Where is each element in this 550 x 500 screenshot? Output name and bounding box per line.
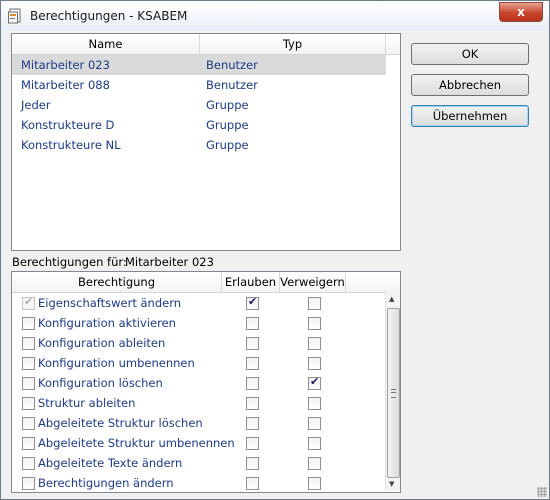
- permissions-list[interactable]: Berechtigung Erlauben Verweigern ✔ Eigens…: [11, 271, 401, 493]
- principal-name: Mitarbeiter 088: [21, 78, 110, 92]
- scrollbar-thumb[interactable]: [387, 308, 400, 478]
- permissions-for-label: Berechtigungen für:: [12, 255, 127, 269]
- window-title: Berechtigungen - KSABEM: [30, 9, 188, 23]
- principal-name: Mitarbeiter 023: [21, 58, 110, 72]
- checkmark-icon: ✔: [24, 295, 34, 308]
- deny-checkbox[interactable]: [308, 357, 321, 370]
- principal-type: Benutzer: [206, 58, 258, 72]
- checkmark-icon: ✔: [310, 375, 320, 388]
- permission-label: Abgeleitete Texte ändern: [38, 456, 183, 470]
- close-icon: x: [517, 5, 525, 19]
- permission-row[interactable]: Abgeleitete Texte ändern: [12, 453, 384, 473]
- scroll-down-icon[interactable]: ▼: [389, 480, 394, 488]
- permission-label: Berechtigungen ändern: [38, 476, 174, 490]
- deny-checkbox[interactable]: [308, 477, 321, 490]
- column-header-name[interactable]: Name: [12, 34, 200, 55]
- allow-checkbox[interactable]: [246, 317, 259, 330]
- permission-label: Konfiguration ableiten: [38, 336, 166, 350]
- ok-button[interactable]: OK: [411, 43, 529, 65]
- allow-checkbox[interactable]: [246, 397, 259, 410]
- allow-checkbox[interactable]: [246, 417, 259, 430]
- permission-row[interactable]: Konfiguration aktivieren: [12, 313, 384, 333]
- permission-label: Eigenschaftswert ändern: [38, 296, 182, 310]
- principals-list[interactable]: Name Typ Mitarbeiter 023 Benutzer Mitarbei…: [11, 33, 401, 251]
- permission-label: Konfiguration aktivieren: [38, 316, 176, 330]
- deny-checkbox[interactable]: [308, 397, 321, 410]
- deny-checkbox[interactable]: ✔: [308, 375, 321, 390]
- grip-icon: [391, 389, 396, 398]
- principal-row[interactable]: Jeder Gruppe: [12, 95, 386, 115]
- deny-checkbox[interactable]: [308, 437, 321, 450]
- column-header-permission[interactable]: Berechtigung: [12, 272, 222, 293]
- permission-checkbox[interactable]: [22, 417, 35, 430]
- column-header-filler: [346, 272, 400, 293]
- permission-row[interactable]: Berechtigungen ändern: [12, 473, 384, 493]
- permission-label: Konfiguration umbenennen: [38, 356, 195, 370]
- deny-checkbox[interactable]: [308, 337, 321, 350]
- cancel-button[interactable]: Abbrechen: [411, 74, 529, 96]
- permission-checkbox[interactable]: [22, 377, 35, 390]
- permission-row[interactable]: ✔ Eigenschaftswert ändern ✔: [12, 293, 384, 313]
- principal-type: Gruppe: [206, 98, 249, 112]
- permission-checkbox[interactable]: [22, 477, 35, 490]
- column-header-type[interactable]: Typ: [200, 34, 386, 55]
- resize-grip-icon[interactable]: [537, 487, 547, 497]
- principal-row[interactable]: Konstrukteure NL Gruppe: [12, 135, 386, 155]
- permission-row[interactable]: Konfiguration umbenennen: [12, 353, 384, 373]
- allow-checkbox[interactable]: [246, 357, 259, 370]
- allow-checkbox[interactable]: [246, 337, 259, 350]
- deny-checkbox[interactable]: [308, 457, 321, 470]
- principal-row[interactable]: Mitarbeiter 023 Benutzer: [12, 55, 386, 75]
- close-button[interactable]: x: [499, 2, 543, 22]
- permission-checkbox[interactable]: [22, 357, 35, 370]
- permission-row[interactable]: Abgeleitete Struktur löschen: [12, 413, 384, 433]
- deny-checkbox[interactable]: [308, 417, 321, 430]
- permissions-scrollbar[interactable]: ▲ ▼: [385, 292, 400, 491]
- dialog-window: Berechtigungen - KSABEM x Name Typ Mitar…: [0, 0, 550, 500]
- checkmark-icon: ✔: [248, 295, 258, 308]
- deny-checkbox[interactable]: [308, 317, 321, 330]
- permission-checkbox[interactable]: [22, 337, 35, 350]
- principal-name: Konstrukteure D: [21, 118, 115, 132]
- permissions-for-user: Mitarbeiter 023: [125, 255, 214, 269]
- column-header-allow[interactable]: Erlauben: [222, 272, 280, 293]
- permission-label: Abgeleitete Struktur umbenennen: [38, 436, 235, 450]
- permission-label: Abgeleitete Struktur löschen: [38, 416, 203, 430]
- permission-label: Struktur ableiten: [38, 396, 136, 410]
- principal-type: Gruppe: [206, 118, 249, 132]
- principal-row[interactable]: Konstrukteure D Gruppe: [12, 115, 386, 135]
- permission-checkbox[interactable]: [22, 437, 35, 450]
- deny-checkbox[interactable]: [308, 297, 321, 310]
- app-icon: [8, 8, 21, 24]
- permission-row[interactable]: Konfiguration ableiten: [12, 333, 384, 353]
- permission-checkbox: ✔: [22, 295, 35, 310]
- principal-name: Konstrukteure NL: [21, 138, 121, 152]
- permission-checkbox[interactable]: [22, 457, 35, 470]
- principal-type: Gruppe: [206, 138, 249, 152]
- scroll-up-icon[interactable]: ▲: [389, 295, 394, 303]
- permission-label: Konfiguration löschen: [38, 376, 163, 390]
- allow-checkbox[interactable]: [246, 457, 259, 470]
- allow-checkbox[interactable]: [246, 437, 259, 450]
- allow-checkbox[interactable]: ✔: [246, 295, 259, 310]
- allow-checkbox[interactable]: [246, 377, 259, 390]
- principal-row[interactable]: Mitarbeiter 088 Benutzer: [12, 75, 386, 95]
- allow-checkbox[interactable]: [246, 477, 259, 490]
- principal-type: Benutzer: [206, 78, 258, 92]
- permission-row[interactable]: Konfiguration löschen ✔: [12, 373, 384, 393]
- apply-button[interactable]: Übernehmen: [411, 105, 529, 127]
- column-header-deny[interactable]: Verweigern: [280, 272, 346, 293]
- principal-name: Jeder: [21, 98, 51, 112]
- permission-checkbox[interactable]: [22, 317, 35, 330]
- permission-row[interactable]: Struktur ableiten: [12, 393, 384, 413]
- title-bar[interactable]: Berechtigungen - KSABEM x: [1, 1, 549, 31]
- permission-row[interactable]: Abgeleitete Struktur umbenennen: [12, 433, 384, 453]
- permission-checkbox[interactable]: [22, 397, 35, 410]
- column-header-filler: [386, 34, 400, 55]
